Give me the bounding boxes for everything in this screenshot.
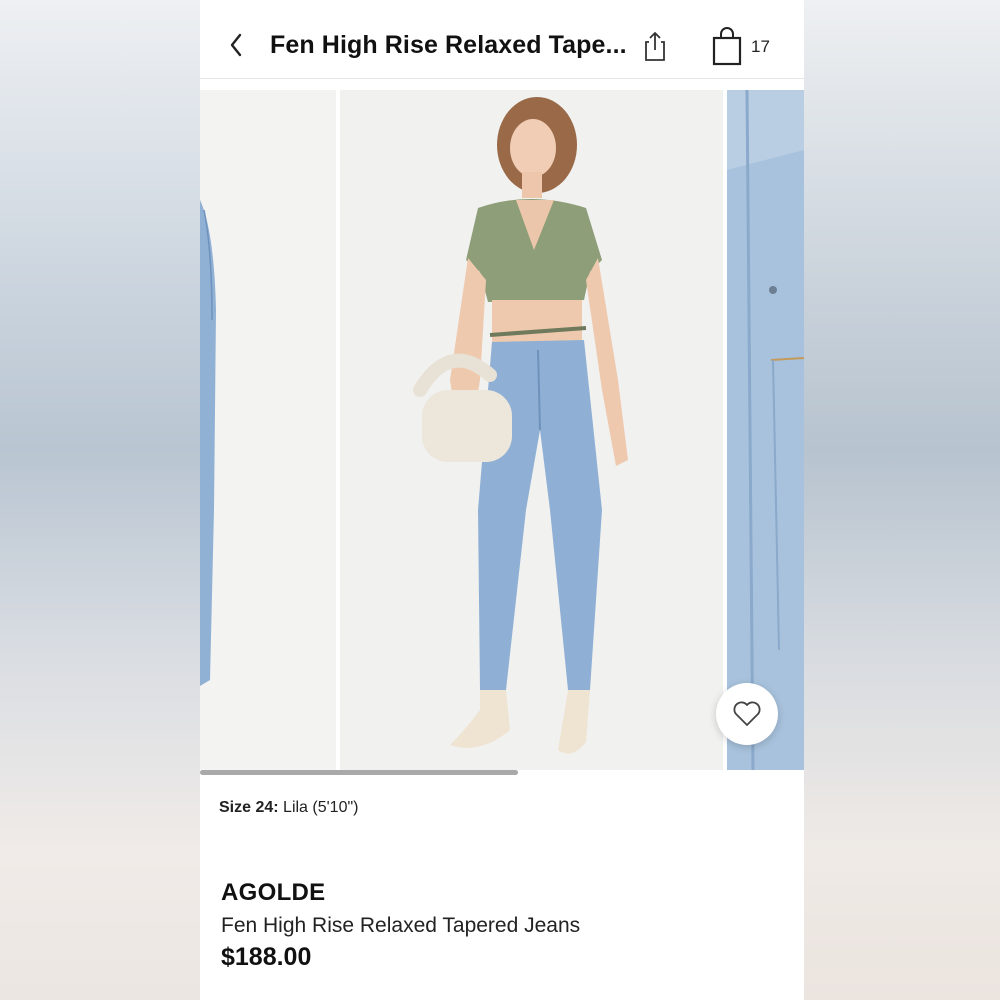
carousel-scroll-indicator — [200, 770, 518, 775]
bag-count-badge: 17 — [751, 37, 770, 56]
shopping-bag-icon[interactable] — [710, 26, 746, 66]
size-label: Size 24: — [219, 799, 279, 816]
heart-icon — [733, 701, 761, 726]
product-image-carousel[interactable] — [200, 90, 804, 770]
favorite-button[interactable] — [716, 683, 778, 745]
background-blur-right — [804, 0, 1000, 1000]
app-header: Fen High Rise Relaxed Tape... 17 — [200, 0, 804, 79]
model-size-info: Size 24: Lila (5'10") — [219, 799, 358, 817]
product-name: Fen High Rise Relaxed Tapered Jeans — [221, 914, 581, 937]
background-blur-left — [0, 0, 200, 1000]
product-brand[interactable]: AGOLDE — [221, 879, 325, 907]
page-title: Fen High Rise Relaxed Tape... — [270, 31, 627, 59]
product-photo-jeans-side[interactable] — [200, 90, 336, 770]
share-icon[interactable] — [640, 30, 670, 62]
chevron-left-icon[interactable] — [224, 30, 248, 60]
product-photo-model-full[interactable] — [340, 90, 723, 770]
model-name: Lila (5'10") — [283, 799, 359, 816]
product-page: Fen High Rise Relaxed Tape... 17 Size 24… — [200, 0, 804, 1000]
product-photo-denim-detail[interactable] — [727, 90, 804, 770]
product-price: $188.00 — [221, 943, 312, 971]
